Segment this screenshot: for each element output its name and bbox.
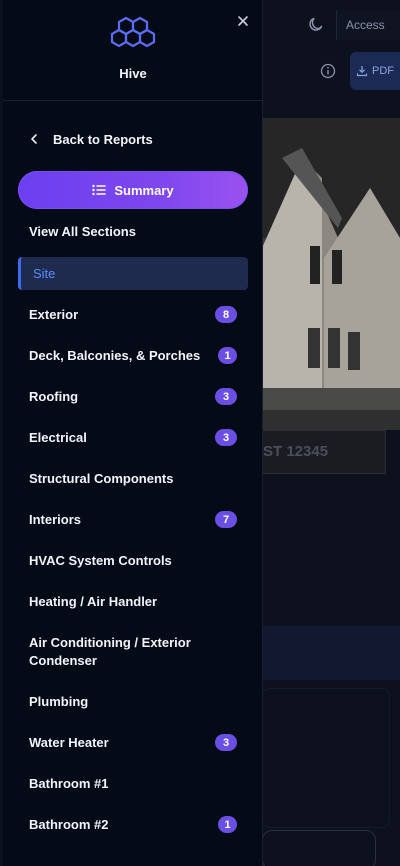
- nav-item-label: HVAC System Controls: [29, 552, 172, 568]
- list-icon: [92, 184, 107, 196]
- nav-item-label: Air Conditioning / Exterior Condenser: [29, 634, 191, 668]
- pdf-download-button[interactable]: PDF: [350, 52, 400, 90]
- moon-icon[interactable]: [306, 14, 326, 34]
- nav-item-site[interactable]: Site: [18, 257, 248, 290]
- access-button[interactable]: Access: [336, 10, 400, 40]
- nav-item-heating-air-handler[interactable]: Heating / Air Handler: [3, 581, 263, 622]
- content-card-footer: [262, 830, 376, 866]
- count-badge: 8: [215, 306, 237, 323]
- nav-item-label: Water Heater: [29, 734, 109, 750]
- info-icon[interactable]: [318, 61, 338, 81]
- back-to-reports-link[interactable]: Back to Reports: [29, 126, 153, 152]
- nav-item-label: Bathroom #1: [29, 775, 109, 791]
- view-all-sections-link[interactable]: View All Sections: [29, 222, 136, 242]
- count-badge: 1: [218, 816, 237, 833]
- nav-item-exterior[interactable]: Exterior 8: [3, 294, 263, 335]
- nav-item-label: Plumbing: [29, 693, 89, 709]
- pdf-label: PDF: [372, 65, 394, 77]
- nav-item-deck-balconies-porches[interactable]: Deck, Balconies, & Porches 1: [3, 335, 263, 376]
- nav-item-label: Heating / Air Handler: [29, 593, 158, 609]
- section-nav: Site Exterior 8 Deck, Balconies, & Porch…: [3, 255, 263, 845]
- summary-label: Summary: [114, 182, 174, 198]
- navigation-drawer: Hive Back to Reports Summary View All Se…: [3, 0, 263, 866]
- header-divider: [3, 100, 263, 101]
- nav-item-roofing[interactable]: Roofing 3: [3, 376, 263, 417]
- download-icon: [356, 66, 368, 77]
- count-badge: 3: [215, 429, 237, 446]
- nav-item-structural-components[interactable]: Structural Components: [3, 458, 263, 499]
- hive-logo-icon: [110, 16, 156, 56]
- content-card: [262, 688, 390, 828]
- nav-item-label: Roofing: [29, 388, 79, 404]
- nav-item-bathroom-1[interactable]: Bathroom #1: [3, 763, 263, 804]
- nav-item-hvac-system-controls[interactable]: HVAC System Controls: [3, 540, 263, 581]
- close-button[interactable]: [232, 10, 254, 32]
- nav-item-label: Deck, Balconies, & Porches: [29, 347, 201, 363]
- count-badge: 3: [215, 734, 237, 751]
- nav-item-label: Site: [33, 265, 56, 281]
- chevron-left-icon: [31, 134, 37, 144]
- section-band: [262, 626, 400, 680]
- count-badge: 1: [218, 347, 237, 364]
- nav-item-air-conditioning[interactable]: Air Conditioning / Exterior Condenser: [3, 622, 263, 681]
- nav-item-water-heater[interactable]: Water Heater 3: [3, 722, 263, 763]
- nav-item-bathroom-2[interactable]: Bathroom #2 1: [3, 804, 263, 845]
- count-badge: 7: [215, 511, 237, 528]
- nav-item-label: Bathroom #2: [29, 816, 109, 832]
- nav-item-electrical[interactable]: Electrical 3: [3, 417, 263, 458]
- house-photo: [262, 118, 400, 430]
- summary-button[interactable]: Summary: [18, 171, 248, 209]
- property-banner: ST 12345: [262, 430, 386, 474]
- nav-item-interiors[interactable]: Interiors 7: [3, 499, 263, 540]
- nav-item-plumbing[interactable]: Plumbing: [3, 681, 263, 722]
- nav-item-label: Exterior: [29, 306, 79, 322]
- nav-item-label: Electrical: [29, 429, 87, 445]
- count-badge: 3: [215, 388, 237, 405]
- brand-name: Hive: [119, 66, 147, 81]
- close-icon: [238, 16, 248, 26]
- nav-item-label: Structural Components: [29, 470, 174, 486]
- nav-item-label: Interiors: [29, 511, 82, 527]
- back-label: Back to Reports: [53, 131, 153, 147]
